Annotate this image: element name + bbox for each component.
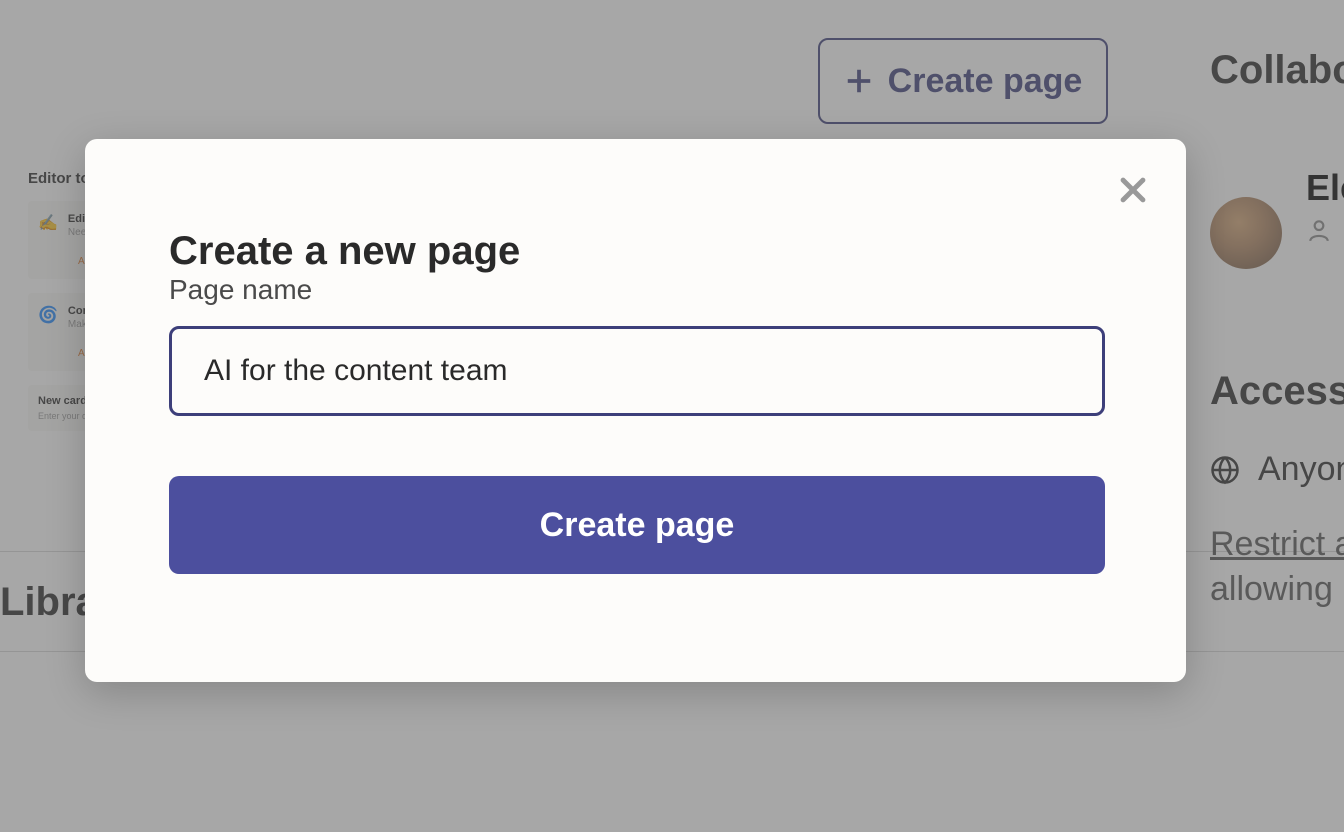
modal-title: Create a new page (169, 229, 1186, 274)
create-page-modal: Create a new page Page name Create page (85, 139, 1186, 682)
create-page-submit-button[interactable]: Create page (169, 476, 1105, 574)
close-icon (1116, 173, 1150, 207)
page-name-label: Page name (169, 274, 312, 305)
close-button[interactable] (1112, 169, 1154, 211)
page-name-input[interactable] (169, 326, 1105, 416)
